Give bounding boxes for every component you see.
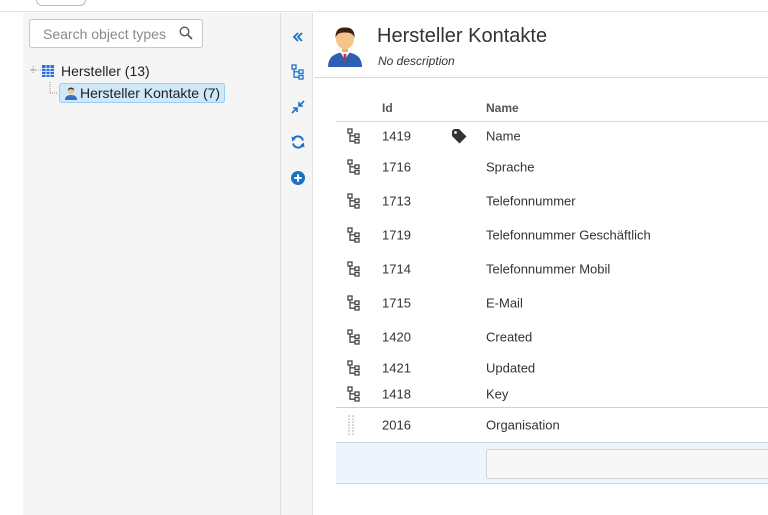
table-row[interactable]: 1716 Sprache	[336, 150, 768, 184]
tree-node-hersteller[interactable]: Hersteller (13)	[29, 60, 225, 82]
person-avatar-icon	[328, 27, 362, 67]
label-tag-icon	[451, 128, 467, 144]
cell-name: Key	[486, 386, 509, 402]
cell-id: 1719	[382, 227, 411, 243]
table-row[interactable]: 1418 Key	[336, 381, 768, 407]
search-input[interactable]	[30, 20, 176, 47]
table-row[interactable]: 1719 Telefonnummer Geschäftlich	[336, 218, 768, 252]
object-type-tree-pane: Hersteller (13) Hersteller Kontakte (7)	[23, 13, 280, 515]
table-row[interactable]: 1715 E-Mail	[336, 286, 768, 320]
search-box	[29, 19, 203, 48]
cell-id: 1713	[382, 193, 411, 209]
drag-handle-icon[interactable]	[347, 414, 355, 436]
add-circle-icon	[291, 171, 305, 185]
hierarchy-icon	[291, 64, 304, 80]
detail-header: Hersteller Kontakte No description	[314, 13, 768, 78]
hierarchy-icon[interactable]	[347, 329, 361, 345]
column-header-name[interactable]: Name	[486, 101, 519, 115]
hierarchy-button[interactable]	[289, 63, 307, 81]
hierarchy-icon[interactable]	[347, 295, 361, 311]
grid-header: Id Name	[336, 98, 768, 122]
tree-connector-icon	[49, 82, 58, 94]
person-icon	[65, 87, 77, 100]
tree-node-text: Hersteller Kontakte (7)	[80, 85, 221, 101]
reference-row[interactable]: 2016 Organisation	[336, 407, 768, 442]
table-row[interactable]: 1421 Updated	[336, 354, 768, 381]
hierarchy-icon[interactable]	[347, 128, 361, 144]
grid-body: 1419 Name 1716 Sprache 1713 Telefonnummer 1719…	[336, 122, 768, 484]
new-row	[336, 442, 768, 484]
shrink-arrows-icon	[291, 100, 305, 114]
column-header-id[interactable]: Id	[382, 101, 393, 115]
cell-name: Telefonnummer Geschäftlich	[486, 227, 651, 243]
hierarchy-icon[interactable]	[347, 227, 361, 243]
cell-name: Updated	[486, 360, 536, 375]
cell-id: 1421	[382, 360, 411, 375]
hierarchy-icon[interactable]	[347, 386, 361, 402]
cell-name: E-Mail	[486, 295, 523, 311]
tree-expander-icon[interactable]	[29, 60, 41, 82]
cell-name: Organisation	[486, 417, 560, 433]
cell-id: 1420	[382, 329, 411, 345]
new-attribute-input[interactable]	[486, 449, 768, 479]
add-button[interactable]	[289, 169, 307, 187]
hierarchy-icon[interactable]	[347, 159, 361, 175]
cell-id: 1419	[382, 128, 411, 144]
tree-node-label-selected: Hersteller Kontakte (7)	[59, 83, 226, 103]
page-description: No description	[378, 54, 455, 68]
shrink-button[interactable]	[289, 98, 307, 116]
cell-name: Created	[486, 329, 533, 345]
cell-name: Name	[486, 128, 521, 144]
object-type-detail: Hersteller Kontakte No description Id Na…	[314, 13, 768, 515]
cell-name: Telefonnummer Mobil	[486, 261, 611, 277]
cell-id: 1715	[382, 295, 411, 311]
refresh-button[interactable]	[289, 133, 307, 151]
page-title: Hersteller Kontakte	[377, 25, 548, 47]
table-row[interactable]: 1420 Created	[336, 320, 768, 354]
vertical-toolbar	[280, 13, 313, 515]
top-tab-stub[interactable]	[36, 0, 86, 6]
hierarchy-icon[interactable]	[347, 261, 361, 277]
object-type-tree: Hersteller (13) Hersteller Kontakte (7)	[29, 60, 226, 104]
refresh-icon	[291, 135, 305, 149]
tree-node-hersteller-kontakte[interactable]: Hersteller Kontakte (7)	[47, 82, 226, 104]
attributes-grid: Id Name 1419 Name 1716 Sprache 1713 Telefonnu…	[336, 98, 768, 484]
double-chevron-left-icon	[292, 32, 303, 42]
table-row[interactable]: 1419 Name	[336, 122, 768, 150]
cell-id: 1716	[382, 159, 411, 175]
table-row[interactable]: 1713 Telefonnummer	[336, 184, 768, 218]
table-icon	[42, 65, 54, 77]
table-row[interactable]: 1714 Telefonnummer Mobil	[336, 252, 768, 286]
cell-name: Sprache	[486, 159, 535, 175]
cell-id: 2016	[382, 417, 411, 433]
top-strip	[0, 0, 768, 12]
cell-id: 1714	[382, 261, 411, 277]
tree-node-label: Hersteller (13)	[61, 63, 150, 79]
collapse-button[interactable]	[289, 28, 307, 46]
hierarchy-icon[interactable]	[347, 359, 361, 376]
search-icon[interactable]	[179, 26, 193, 40]
hierarchy-icon[interactable]	[347, 193, 361, 209]
cell-id: 1418	[382, 386, 411, 402]
cell-name: Telefonnummer	[486, 193, 576, 209]
